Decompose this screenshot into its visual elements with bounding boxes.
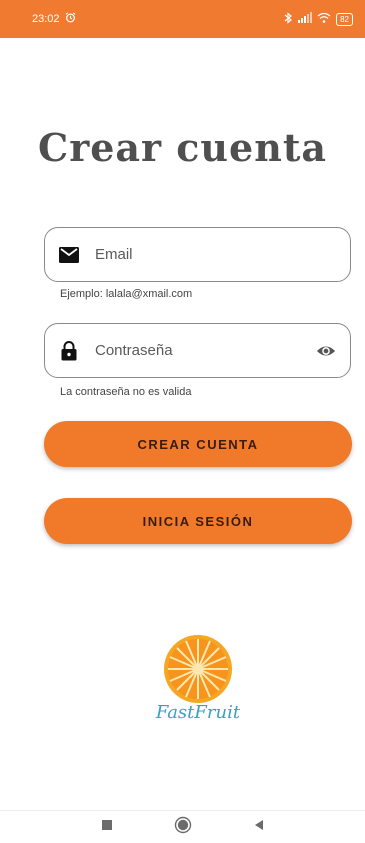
alarm-icon — [65, 12, 76, 26]
back-triangle-icon[interactable] — [253, 818, 265, 836]
login-button[interactable]: INICIA SESIÓN — [44, 498, 352, 544]
email-helper-text: Ejemplo: lalala@xmail.com — [60, 288, 193, 300]
status-right: 82 — [284, 11, 353, 27]
logo-text: FastFruit — [155, 702, 241, 723]
email-placeholder: Email — [95, 246, 133, 263]
status-left: 23:02 — [32, 12, 76, 26]
password-helper-text: La contraseña no es valida — [60, 386, 192, 398]
password-field[interactable]: Contraseña — [44, 323, 351, 378]
page-title: Crear cuenta — [37, 125, 328, 170]
status-bar: 23:02 82 — [0, 0, 365, 38]
status-time: 23:02 — [32, 13, 60, 25]
eye-icon[interactable] — [316, 341, 336, 361]
email-icon — [59, 245, 79, 265]
create-account-button[interactable]: CREAR CUENTA — [44, 421, 352, 467]
bluetooth-icon — [284, 11, 293, 27]
battery-icon: 82 — [336, 12, 353, 26]
circle-icon[interactable] — [174, 816, 192, 839]
lock-icon — [59, 340, 79, 361]
wifi-icon — [317, 12, 331, 26]
email-field[interactable]: Email — [44, 227, 351, 282]
system-nav-bar — [0, 810, 365, 843]
password-placeholder: Contraseña — [95, 342, 173, 359]
square-icon[interactable] — [101, 818, 113, 836]
signal-icon — [298, 12, 313, 26]
